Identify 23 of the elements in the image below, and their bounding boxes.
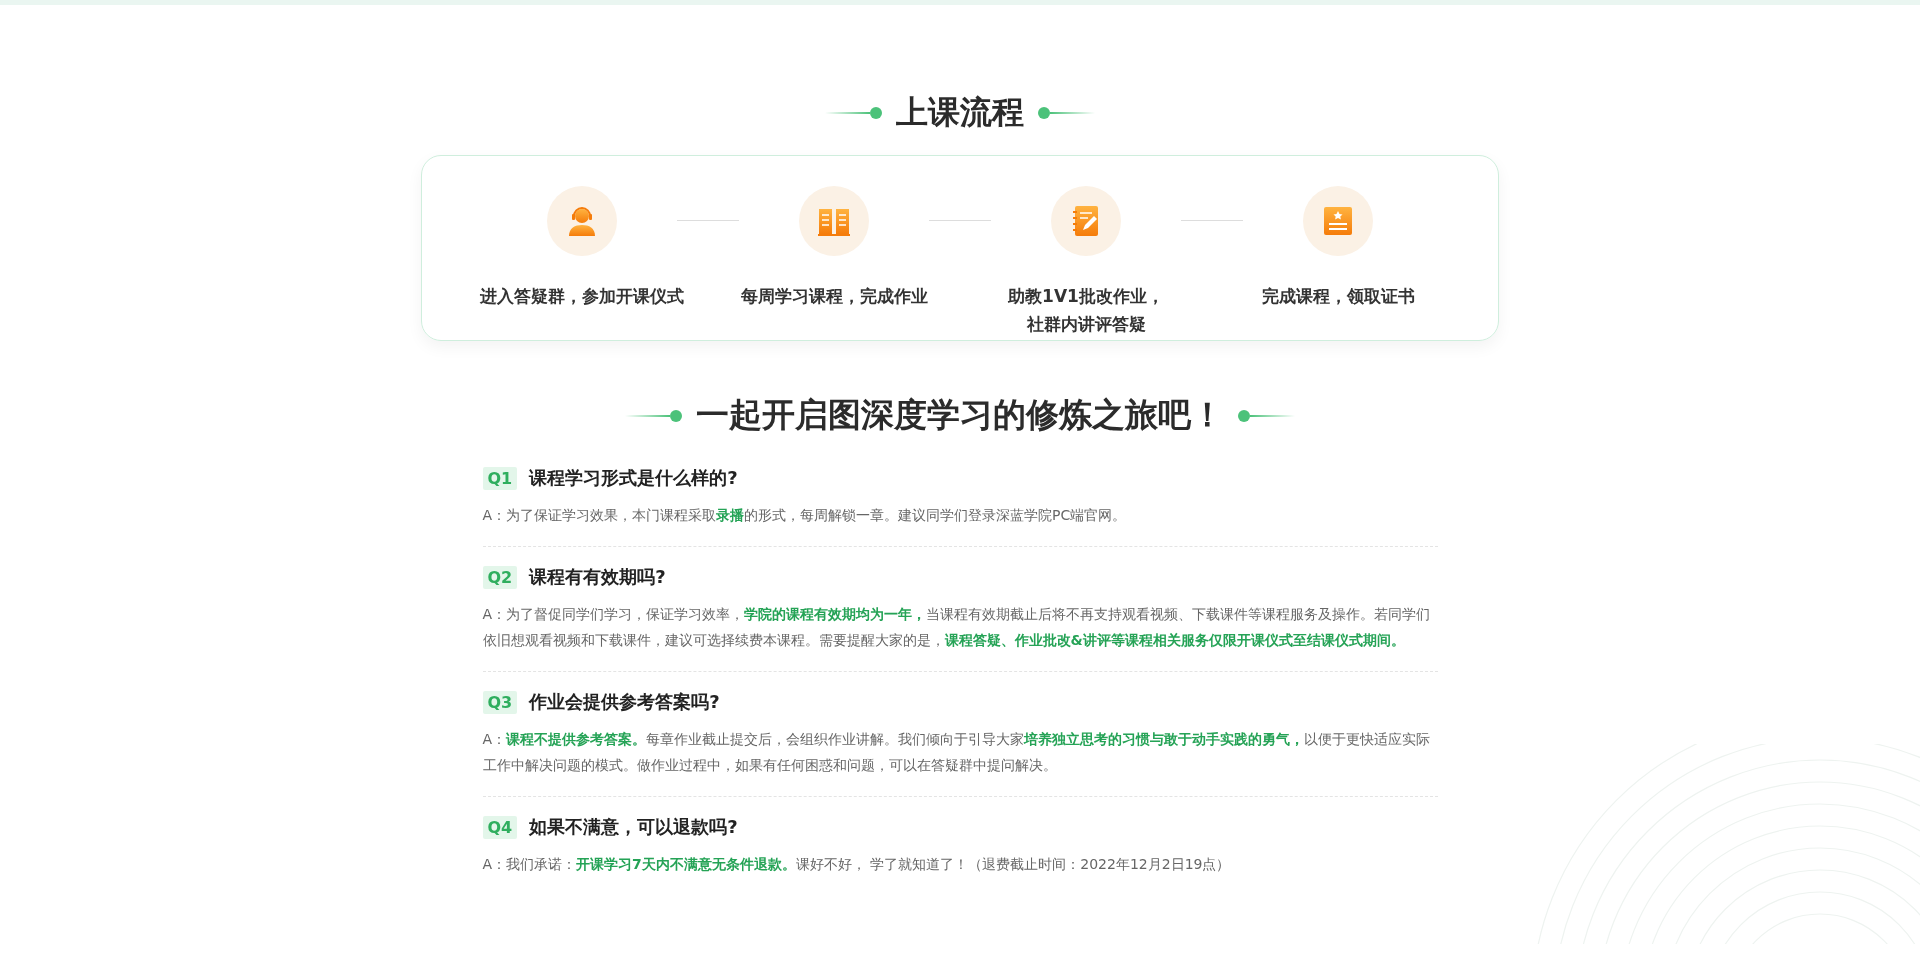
step-label: 完成课程，领取证书 bbox=[1261, 285, 1415, 308]
section-title: 上课流程 bbox=[896, 92, 1024, 133]
question-tag: Q2 bbox=[482, 565, 518, 589]
step-label: 社群内讲评答疑 bbox=[1026, 313, 1146, 336]
step-label: 每周学习课程，完成作业 bbox=[740, 285, 928, 308]
answer-text: A：为了保证学习效果，本门课程采取录播的形式，每周解锁一章。建议同学们登录深蓝学院PC端官网。 bbox=[482, 506, 1128, 525]
question-text: 课程学习形式是什么样的? bbox=[529, 466, 738, 490]
section-title: 一起开启图深度学习的修炼之旅吧！ bbox=[696, 394, 1224, 436]
dot-line-ornament bbox=[1038, 107, 1095, 119]
question-tag: Q4 bbox=[482, 815, 518, 839]
step-label: 进入答疑群，参加开课仪式 bbox=[480, 285, 684, 308]
answer-text: A：为了督促同学们学习，保证学习效率，学院的课程有效期均为一年，当课程有效期截止后将不再支持观看视频、下载课件等课程服务及操作。若同学们依旧想观看视频和下载课件，建议可选择续费本课程。需要提醒大家的是，课程答疑、作业批改&讲评等课程相关服务仅限开课仪式至结课仪式期间。 bbox=[482, 605, 1432, 650]
answer-text: A：课程不提供参考答案。每章作业截止提交后，会组织作业讲解。我们倾向于引导大家培养独立思考的习惯与敢于动手实践的勇气，以便于更快适应实际工作中解决问题的模式。做作业过程中，如果有任何困惑和问题，可以在答疑群中提问解决。 bbox=[482, 730, 1432, 775]
question-tag: Q3 bbox=[482, 690, 518, 714]
question-text: 作业会提供参考答案吗? bbox=[529, 690, 720, 714]
dot-line-ornament bbox=[1238, 409, 1295, 422]
question-tag: Q1 bbox=[482, 466, 518, 490]
dot-line-ornament bbox=[825, 107, 882, 119]
question-text: 课程有有效期吗? bbox=[529, 565, 666, 589]
answer-text: A：我们承诺：开课学习7天内不满意无条件退款。课好不好， 学了就知道了！（退费截止时间：2022年12月2日19点） bbox=[482, 855, 1232, 874]
step-label: 助教1V1批改作业， bbox=[1008, 285, 1164, 308]
dot-line-ornament bbox=[625, 409, 682, 422]
question-text: 如果不满意，可以退款吗? bbox=[529, 815, 738, 839]
